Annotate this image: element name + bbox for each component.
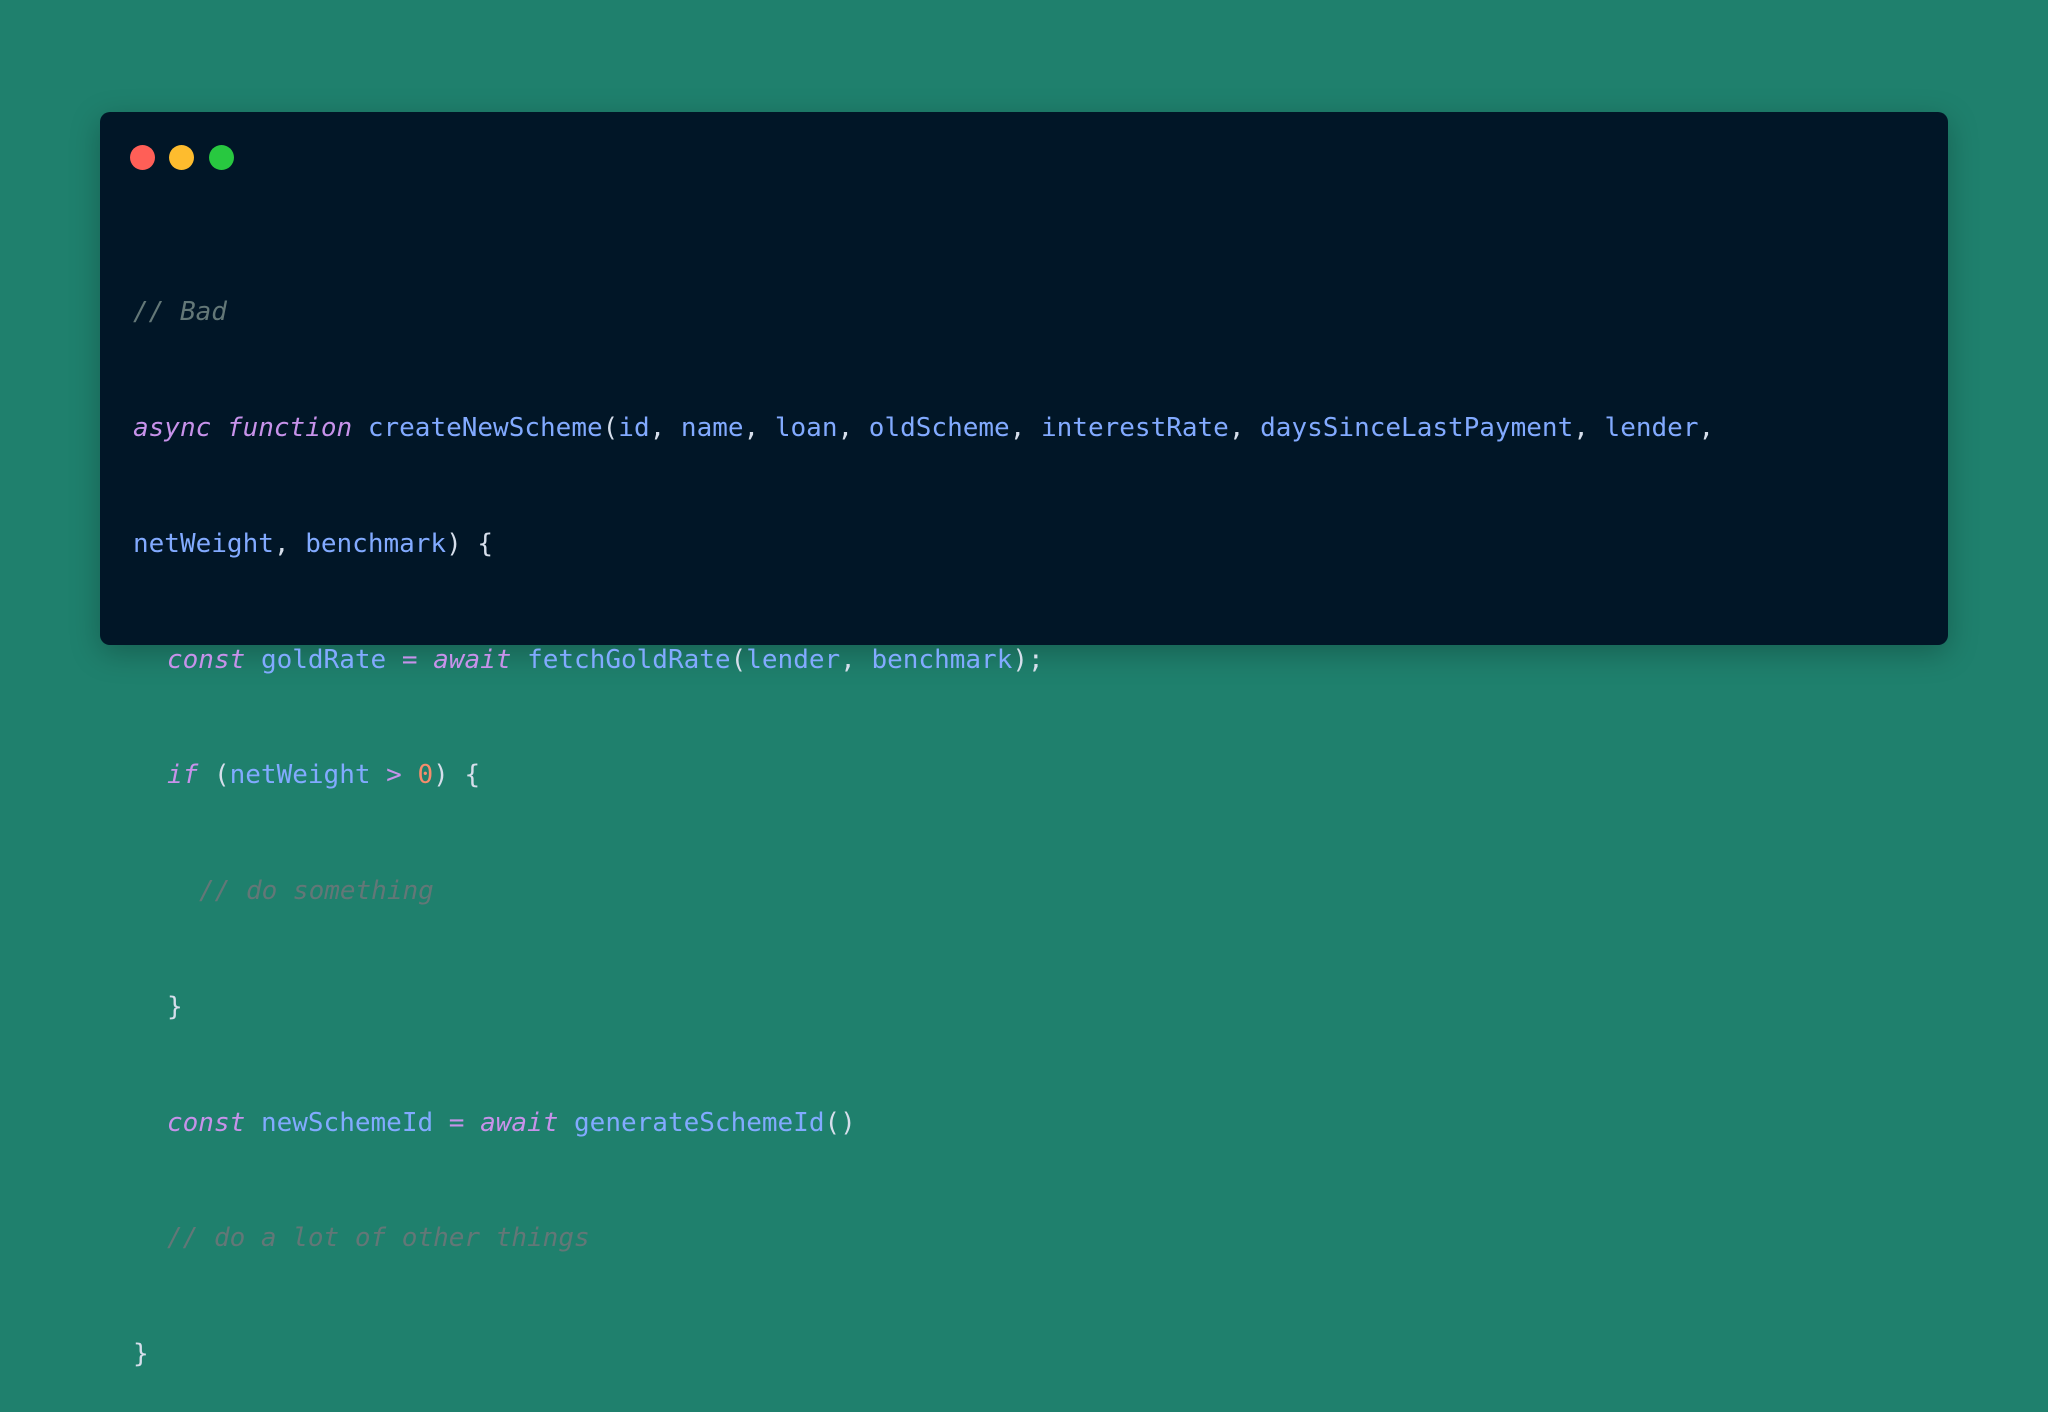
- code-punctuation: (: [213, 760, 230, 791]
- code-param: loan: [774, 412, 838, 443]
- code-line-3: netWeight, benchmark) {: [133, 528, 494, 559]
- code-param: interestRate: [1041, 412, 1229, 443]
- code-variable: goldRate: [260, 644, 387, 675]
- code-param: benchmark: [305, 528, 447, 559]
- code-variable: newSchemeId: [260, 1107, 434, 1138]
- code-line-2: async function createNewScheme(id, name,…: [133, 412, 1715, 443]
- code-punctuation: );: [1012, 644, 1044, 675]
- code-operator: =: [448, 1107, 465, 1138]
- code-param: name: [680, 412, 744, 443]
- code-punctuation: (): [824, 1107, 856, 1138]
- minimize-icon[interactable]: [169, 145, 194, 170]
- code-variable: netWeight: [229, 760, 371, 791]
- code-function-call: fetchGoldRate: [527, 644, 731, 675]
- code-punctuation: ) {: [433, 760, 481, 791]
- code-line-8: const newSchemeId = await generateScheme…: [133, 1104, 1714, 1143]
- code-line-10: }: [133, 1335, 1714, 1374]
- code-keyword: await: [480, 1107, 559, 1138]
- code-comment: // Bad: [133, 297, 227, 328]
- code-keyword: function: [226, 412, 353, 443]
- code-punctuation: }: [167, 991, 183, 1022]
- code-keyword: await: [433, 644, 512, 675]
- code-argument: benchmark: [871, 644, 1013, 675]
- code-function-call: generateSchemeId: [574, 1107, 825, 1138]
- code-param: lender: [1604, 412, 1699, 443]
- code-line-6: // do something: [133, 872, 1714, 911]
- code-line-1: // Bad: [133, 293, 1714, 332]
- code-param: netWeight: [133, 528, 274, 559]
- code-line-9: // do a lot of other things: [133, 1219, 1714, 1258]
- code-function-name: createNewScheme: [367, 412, 603, 443]
- code-comment: // do a lot of other things: [167, 1223, 590, 1254]
- code-comment: // do something: [199, 876, 434, 907]
- code-block: // Bad async function createNewScheme(id…: [133, 216, 1714, 1412]
- code-keyword: const: [167, 644, 246, 675]
- code-operator: =: [401, 644, 418, 675]
- code-number: 0: [417, 760, 434, 791]
- code-keyword: if: [167, 760, 199, 791]
- close-icon[interactable]: [130, 145, 155, 170]
- code-punctuation: (: [602, 412, 619, 443]
- code-keyword: async: [133, 412, 212, 443]
- code-punctuation: ) {: [446, 528, 494, 559]
- code-param: daysSinceLastPayment: [1260, 412, 1574, 443]
- code-param: id: [618, 412, 650, 443]
- code-line-7: }: [133, 988, 1714, 1027]
- code-param: oldScheme: [868, 412, 1010, 443]
- code-keyword: const: [167, 1107, 246, 1138]
- code-punctuation: }: [133, 1339, 149, 1370]
- code-argument: lender: [746, 644, 841, 675]
- code-line-5: if (netWeight > 0) {: [133, 756, 1714, 795]
- code-line-4: const goldRate = await fetchGoldRate(len…: [167, 644, 1044, 675]
- maximize-icon[interactable]: [209, 145, 234, 170]
- code-operator: >: [386, 760, 402, 791]
